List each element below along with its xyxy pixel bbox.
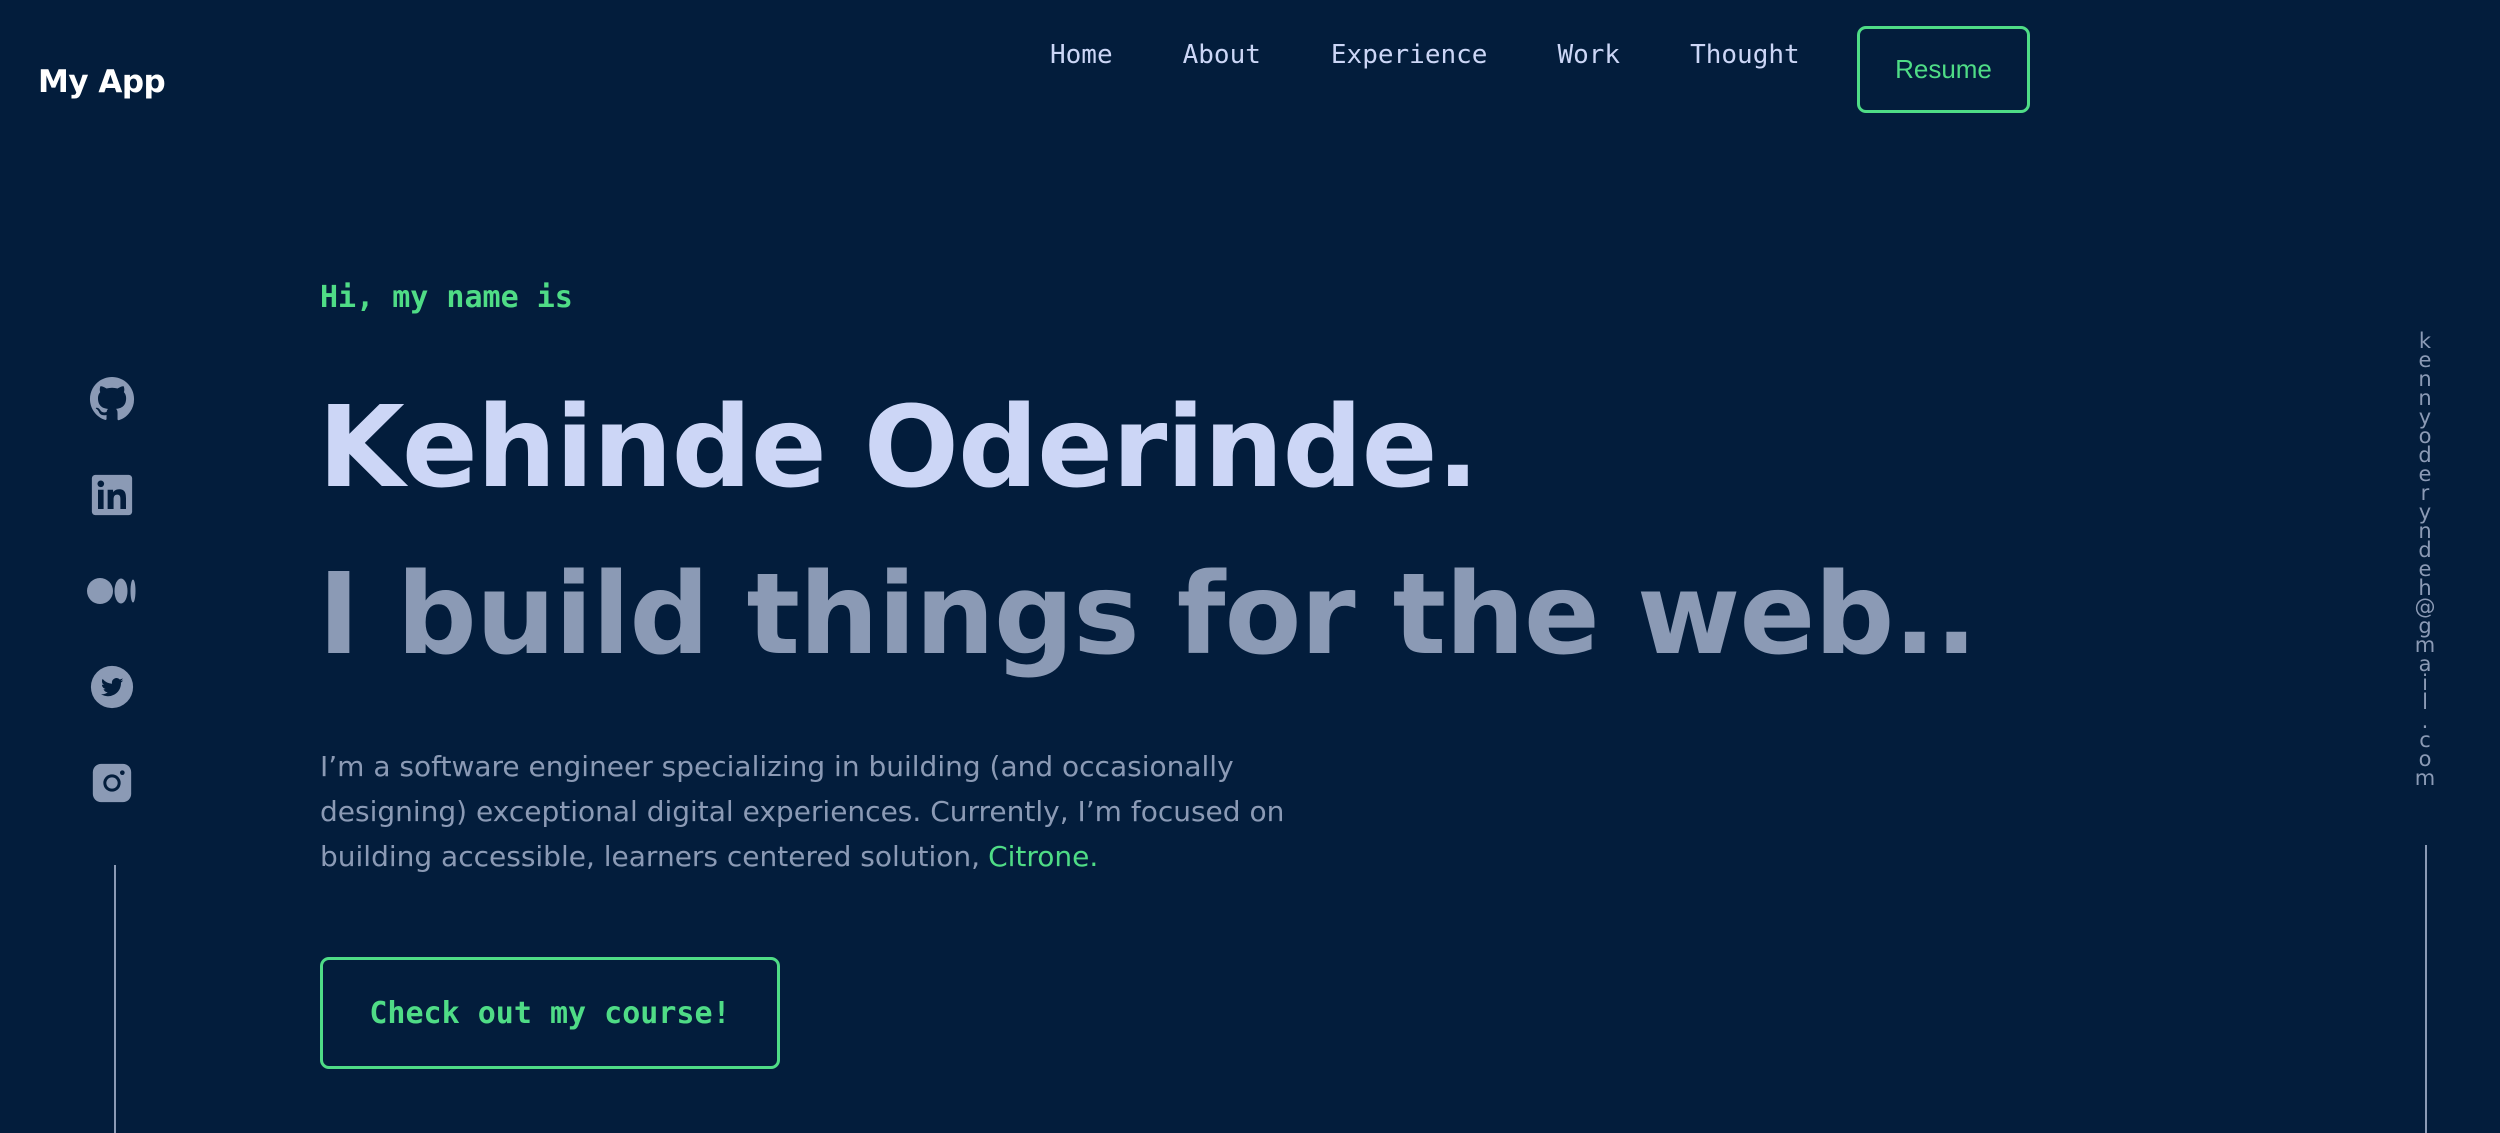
twitter-link[interactable] [86,661,138,713]
course-cta-button[interactable]: Check out my course! [320,957,780,1069]
portfolio-page: My App Home About Experience Work Though… [0,0,2500,1133]
top-nav: Home About Experience Work Thought [1050,40,1870,70]
nav-link-thought[interactable]: Thought [1690,40,1800,70]
social-links [86,373,138,853]
citrone-link[interactable]: Citrone. [988,840,1098,873]
linkedin-link[interactable] [86,469,138,521]
instagram-link[interactable] [86,757,138,809]
twitter-icon [90,665,134,709]
nav-link-work[interactable]: Work [1557,40,1620,70]
left-divider-line [114,865,116,1133]
github-link[interactable] [86,373,138,425]
hero-name: Kehinde Oderinde. [318,383,1479,513]
instagram-icon [92,763,132,803]
medium-icon [87,578,136,604]
hero-intro: I’m a software engineer specializing in … [320,744,1300,879]
right-divider-line [2425,845,2427,1133]
nav-link-about[interactable]: About [1183,40,1261,70]
nav-link-home[interactable]: Home [1050,40,1113,70]
linkedin-icon [91,474,133,516]
medium-link[interactable] [86,565,138,617]
app-logo[interactable]: My App [38,64,166,100]
email-link[interactable]: k e n n y o d e r y n d e h @ g m a i l. c o m [2410,331,2440,790]
github-icon [89,376,135,421]
hero-intro-text: I’m a software engineer specializing in … [320,750,1285,873]
nav-link-experience[interactable]: Experience [1331,40,1488,70]
hero-greeting: Hi, my name is [320,280,573,315]
resume-button[interactable]: Resume [1857,26,2030,113]
hero-tagline: I build things for the web.. [318,550,1978,680]
email-char: m [2414,766,2436,790]
